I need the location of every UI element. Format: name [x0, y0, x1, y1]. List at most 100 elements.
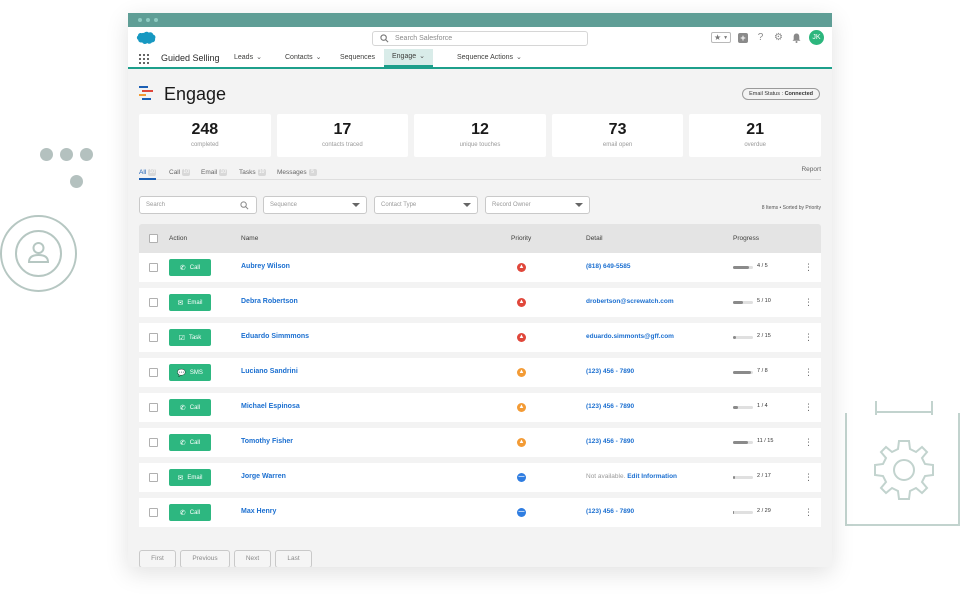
row-checkbox[interactable] [149, 333, 158, 342]
action-button[interactable]: ✉ Email [169, 294, 211, 311]
row-checkbox[interactable] [149, 438, 158, 447]
nav-item-contacts[interactable]: Contacts ⌄ [285, 49, 322, 67]
next-page-button[interactable]: Next [234, 550, 271, 567]
edit-information-link[interactable]: Edit Information [627, 473, 677, 480]
nav-item-engage[interactable]: Engage ⌄ [384, 48, 434, 67]
action-button[interactable]: ✆ Call [169, 434, 211, 451]
more-options-icon[interactable]: ⋮ [804, 437, 813, 447]
select-all-checkbox[interactable] [149, 234, 158, 243]
gear-icon[interactable]: ⚙ [773, 32, 784, 43]
chevron-down-icon[interactable]: ⌄ [316, 49, 322, 67]
action-label: Call [189, 439, 201, 446]
sequence-select[interactable]: Sequence [263, 196, 367, 214]
chevron-down-icon[interactable]: ⌄ [256, 49, 262, 67]
tab-all[interactable]: All 10 [139, 166, 157, 180]
action-label: Email [187, 474, 203, 481]
row-checkbox[interactable] [149, 263, 158, 272]
contact-name-link[interactable]: Tomothy Fisher [241, 438, 293, 445]
detail-link[interactable]: (123) 456 - 7890 [586, 508, 634, 515]
progress-text: 2 / 15 [757, 333, 771, 339]
stat-value: 73 [608, 121, 627, 138]
action-label: Email [187, 299, 203, 306]
tab-email[interactable]: Email 10 [201, 166, 228, 178]
contact-type-select[interactable]: Contact Type [374, 196, 478, 214]
bell-icon[interactable] [791, 32, 802, 43]
global-actions-button[interactable]: + [738, 32, 748, 43]
global-search-input[interactable]: Search Salesforce [372, 31, 588, 46]
app-launcher-icon[interactable] [139, 54, 149, 64]
tab-call[interactable]: Call 10 [169, 166, 191, 178]
contact-name-link[interactable]: Debra Robertson [241, 298, 298, 305]
contact-name-link[interactable]: Jorge Warren [241, 473, 286, 480]
stat-card: 248 completed [139, 114, 271, 157]
contact-name-link[interactable]: Eduardo Simmmons [241, 333, 309, 340]
more-options-icon[interactable]: ⋮ [804, 402, 813, 412]
more-options-icon[interactable]: ⋮ [804, 297, 813, 307]
detail-link[interactable]: (818) 649-5585 [586, 263, 630, 270]
search-input[interactable]: Search [139, 196, 257, 214]
contact-name-link[interactable]: Max Henry [241, 508, 276, 515]
action-button[interactable]: 💬 SMS [169, 364, 211, 381]
progress-bar [733, 266, 753, 269]
report-link[interactable]: Report [801, 166, 821, 173]
tab-count-badge: 5 [308, 168, 317, 176]
progress-text: 5 / 10 [757, 298, 771, 304]
tab-tasks[interactable]: Tasks 10 [239, 166, 266, 178]
chevron-down-icon[interactable]: ⌄ [516, 49, 522, 67]
action-button[interactable]: ✆ Call [169, 504, 211, 521]
email-status-label: Email Status : [749, 91, 784, 97]
detail-link[interactable]: (123) 456 - 7890 [586, 438, 634, 445]
row-checkbox[interactable] [149, 508, 158, 517]
first-page-button[interactable]: First [139, 550, 176, 567]
envelope-icon: ✉ [177, 474, 184, 482]
salesforce-logo[interactable] [136, 31, 156, 45]
detail-link[interactable]: (123) 456 - 7890 [586, 368, 634, 375]
row-checkbox[interactable] [149, 298, 158, 307]
contact-name-link[interactable]: Luciano Sandrini [241, 368, 298, 375]
last-page-button[interactable]: Last [275, 550, 312, 567]
more-options-icon[interactable]: ⋮ [804, 367, 813, 377]
priority-low-icon: — [517, 508, 526, 517]
phone-icon: ✆ [179, 264, 186, 272]
row-checkbox[interactable] [149, 368, 158, 377]
record-owner-select[interactable]: Record Owner [485, 196, 590, 214]
previous-page-button[interactable]: Previous [180, 550, 230, 567]
items-sorted-summary: 8 Items • Sorted by Priority [761, 205, 821, 211]
contact-name-link[interactable]: Michael Espinosa [241, 403, 300, 410]
stat-label: completed [190, 142, 219, 148]
tab-messages[interactable]: Messages 5 [277, 166, 317, 178]
help-icon[interactable]: ? [755, 32, 766, 43]
more-options-icon[interactable]: ⋮ [804, 472, 813, 482]
action-button[interactable]: ☑ Task [169, 329, 211, 346]
row-checkbox[interactable] [149, 473, 158, 482]
action-button[interactable]: ✆ Call [169, 399, 211, 416]
progress-bar [733, 336, 753, 339]
more-options-icon[interactable]: ⋮ [804, 332, 813, 342]
action-label: Call [189, 264, 201, 271]
app-window: Search Salesforce ★ ▼ + ? ⚙ JK Guided Se [128, 13, 832, 567]
chevron-down-icon[interactable]: ⌄ [419, 48, 425, 66]
nav-item-leads[interactable]: Leads ⌄ [234, 49, 262, 67]
more-options-icon[interactable]: ⋮ [804, 262, 813, 272]
detail-link[interactable]: (123) 456 - 7890 [586, 403, 634, 410]
favorites-button[interactable]: ★ ▼ [711, 32, 731, 43]
nav-item-sequences[interactable]: Sequences [340, 49, 375, 67]
action-button[interactable]: ✉ Email [169, 469, 211, 486]
engage-icon [139, 86, 153, 100]
star-icon: ★ [713, 33, 722, 42]
detail-link[interactable]: drobertson@screwatch.com [586, 298, 674, 305]
nav-item-sequence-actions[interactable]: Sequence Actions ⌄ [457, 49, 522, 67]
plus-icon: + [740, 32, 746, 43]
search-icon [240, 201, 249, 210]
contact-name-link[interactable]: Aubrey Wilson [241, 263, 290, 270]
detail-link[interactable]: eduardo.simmonts@gff.com [586, 333, 674, 340]
row-checkbox[interactable] [149, 403, 158, 412]
user-avatar[interactable]: JK [809, 30, 824, 45]
progress-fill [733, 406, 738, 409]
priority-high-icon: ▲ [517, 333, 526, 342]
more-options-icon[interactable]: ⋮ [804, 507, 813, 517]
action-button[interactable]: ✆ Call [169, 259, 211, 276]
phone-icon: ✆ [179, 404, 186, 412]
progress-bar [733, 371, 753, 374]
action-label: Call [189, 509, 201, 516]
